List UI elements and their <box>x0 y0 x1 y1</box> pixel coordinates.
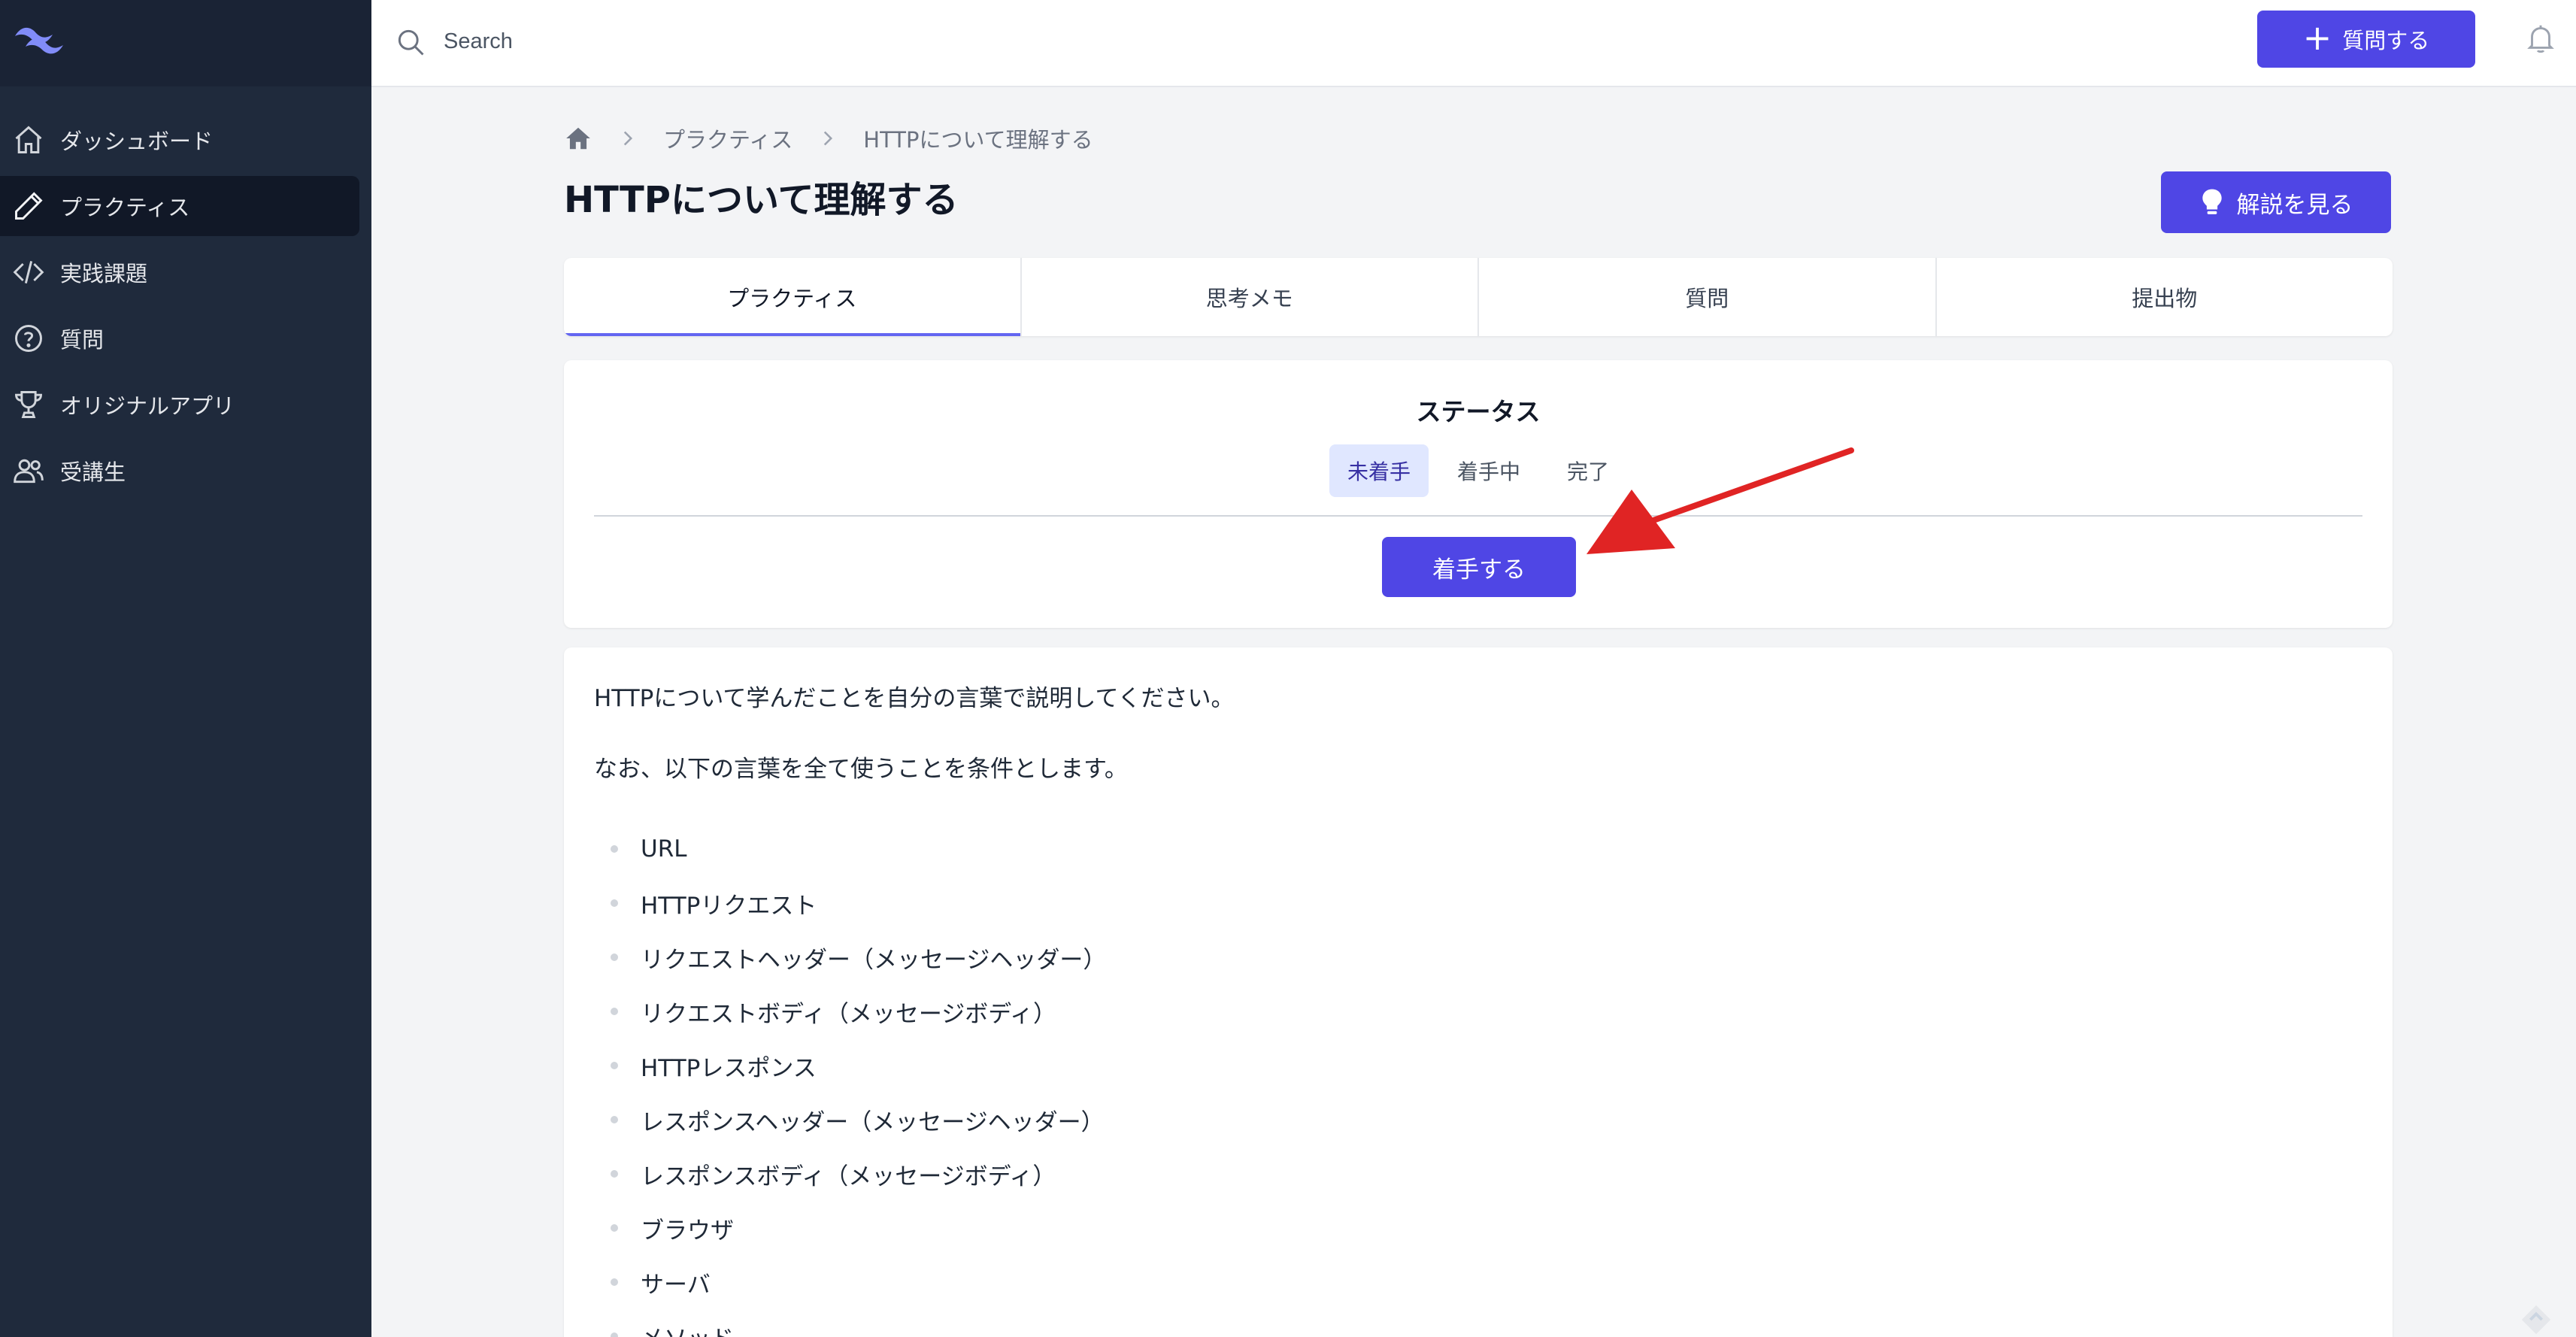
list-item: レスポンスボディ（メッセージボディ） <box>594 1147 1106 1201</box>
breadcrumb-link-practice[interactable]: プラクティス <box>663 123 792 154</box>
sidebar-item-dashboard[interactable]: ダッシュボード <box>0 110 359 170</box>
search-input[interactable] <box>444 23 1120 60</box>
list-item-text: URL <box>641 835 687 863</box>
tab-submissions[interactable]: 提出物 <box>1937 258 2393 336</box>
list-item: URL <box>594 822 1106 876</box>
tab-thinking-memo[interactable]: 思考メモ <box>1022 258 1479 336</box>
list-item: サーバ <box>594 1255 1106 1309</box>
list-item-text: ブラウザ <box>641 1217 734 1245</box>
chevron-right-icon <box>623 131 633 146</box>
users-icon <box>0 454 60 487</box>
list-item-text: HTTPレスポンス <box>641 1054 817 1082</box>
ask-question-button[interactable]: + 質問する <box>2257 11 2475 68</box>
required-terms-list: URL HTTPリクエスト リクエストヘッダー（メッセージヘッダー） リクエスト… <box>594 822 1106 1337</box>
description-paragraph: なお、以下の言葉を全て使うことを条件とします。 <box>594 756 1128 783</box>
list-item: リクエストボディ（メッセージボディ） <box>594 984 1106 1038</box>
list-item-text: レスポンスボディ（メッセージボディ） <box>641 1163 1056 1190</box>
tab-bar: プラクティス 思考メモ 質問 提出物 <box>564 258 2393 336</box>
sidebar-item-original-apps[interactable]: オリジナルアプリ <box>0 374 359 435</box>
bullet-icon <box>611 953 618 961</box>
list-item: HTTPレスポンス <box>594 1038 1106 1093</box>
sidebar-item-label: プラクティス <box>60 195 190 220</box>
description-paragraph: HTTPについて学んだことを自分の言葉で説明してください。 <box>594 685 1235 712</box>
sidebar-item-label: 受講生 <box>60 459 126 485</box>
status-card: ステータス 未着手 着手中 完了 着手する <box>564 360 2393 628</box>
list-item-text: リクエストヘッダー（メッセージヘッダー） <box>641 946 1107 974</box>
page-title: HTTPについて理解する <box>564 179 959 221</box>
search-icon <box>398 29 424 56</box>
question-circle-icon <box>0 322 60 355</box>
annotation-arrow-icon <box>1587 447 1854 554</box>
topbar: + 質問する <box>371 0 2576 87</box>
list-item: HTTPリクエスト <box>594 876 1106 930</box>
sidebar-item-label: ダッシュボード <box>60 129 214 154</box>
bullet-icon <box>611 1332 618 1337</box>
bullet-icon <box>611 1170 618 1178</box>
breadcrumb-current[interactable]: HTTPについて理解する <box>863 123 1093 154</box>
list-item-text: サーバ <box>641 1271 711 1299</box>
home-icon <box>0 123 60 156</box>
sidebar-item-label: オリジナルアプリ <box>60 393 235 419</box>
bullet-icon <box>611 845 618 853</box>
breadcrumb: プラクティス HTTPについて理解する <box>564 122 1093 155</box>
trophy-icon <box>0 388 60 421</box>
start-button[interactable]: 着手する <box>1382 537 1576 597</box>
list-item: メソッド <box>594 1309 1106 1337</box>
home-breadcrumb-icon[interactable] <box>564 124 592 153</box>
bullet-icon <box>611 1224 618 1232</box>
sidebar-item-label: 質問 <box>60 327 105 353</box>
sidebar-item-assignments[interactable]: 実践課題 <box>0 242 359 302</box>
list-item: ブラウザ <box>594 1201 1106 1255</box>
tab-practice[interactable]: プラクティス <box>564 258 1022 336</box>
divider <box>594 515 2362 517</box>
list-item-text: リクエストボディ（メッセージボディ） <box>641 1000 1057 1028</box>
sidebar-item-label: 実践課題 <box>60 261 148 286</box>
bullet-icon <box>611 1008 618 1015</box>
status-options: 未着手 着手中 完了 <box>564 444 2393 497</box>
tab-questions[interactable]: 質問 <box>1479 258 1937 336</box>
list-item: リクエストヘッダー（メッセージヘッダー） <box>594 930 1106 984</box>
sidebar-item-students[interactable]: 受講生 <box>0 441 359 501</box>
sidebar-item-questions[interactable]: 質問 <box>0 308 359 368</box>
lightbulb-icon <box>2202 189 2222 214</box>
bullet-icon <box>611 1116 618 1123</box>
code-icon <box>0 256 60 289</box>
ask-question-label: 質問する <box>2342 28 2430 53</box>
plus-icon: + <box>2302 17 2332 58</box>
view-explanation-label: 解説を見る <box>2236 191 2353 219</box>
status-option-not-started[interactable]: 未着手 <box>1329 444 1429 497</box>
pencil-icon <box>0 189 60 223</box>
list-item: レスポンスヘッダー（メッセージヘッダー） <box>594 1093 1106 1147</box>
sidebar-nav: ダッシュボード プラクティス 実践課題 質問 オリジナルアプリ 受講生 <box>0 110 371 507</box>
practice-description-card: HTTPについて学んだことを自分の言葉で説明してください。 なお、以下の言葉を全… <box>564 647 2393 1337</box>
list-item-text: レスポンスヘッダー（メッセージヘッダー） <box>641 1108 1105 1136</box>
bullet-icon <box>611 899 618 907</box>
sidebar: ダッシュボード プラクティス 実践課題 質問 オリジナルアプリ 受講生 <box>0 0 371 1337</box>
status-option-in-progress[interactable]: 着手中 <box>1439 444 1538 497</box>
list-item-text: HTTPリクエスト <box>641 892 817 920</box>
bullet-icon <box>611 1278 618 1286</box>
diamond-logo-icon <box>2521 1305 2551 1335</box>
status-title: ステータス <box>1416 397 1541 426</box>
bell-icon[interactable] <box>2523 21 2558 56</box>
bullet-icon <box>611 1062 618 1069</box>
list-item-text: メソッド <box>641 1320 734 1337</box>
sidebar-item-practice[interactable]: プラクティス <box>0 176 359 236</box>
chevron-right-icon <box>824 131 833 146</box>
logo-icon[interactable] <box>9 20 69 57</box>
view-explanation-button[interactable]: 解説を見る <box>2161 171 2391 233</box>
